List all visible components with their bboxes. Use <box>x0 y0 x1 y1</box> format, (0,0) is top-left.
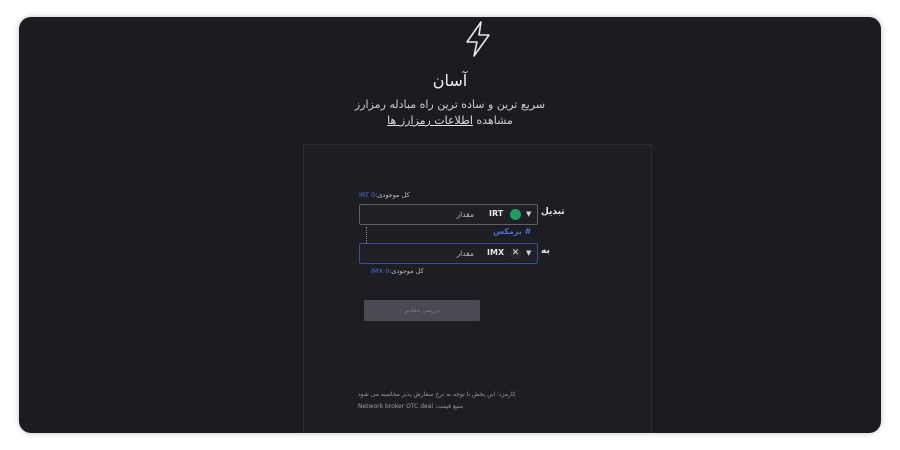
from-balance: کل موجودی:0 IRT <box>359 191 410 199</box>
page-subtitle: سریع ترین و ساده ترین راه مبادله رمزارز <box>354 98 546 111</box>
to-balance-label: کل موجودی: <box>389 267 424 275</box>
from-currency-code[interactable]: IRT <box>489 209 503 218</box>
check-values-button[interactable]: بررسی مقادیر <box>364 300 480 321</box>
from-label: تبدیل <box>541 207 565 217</box>
to-balance: کل موجودی:0 IMX <box>371 267 424 275</box>
chevron-down-icon[interactable]: ▼ <box>526 210 531 218</box>
crypto-info-link[interactable]: اطلاعات رمزارز ها <box>387 114 473 127</box>
from-field[interactable]: IRT ▼ <box>359 204 538 225</box>
view-info-line: مشاهده اطلاعات رمزارز ها <box>19 114 881 127</box>
to-amount-input[interactable] <box>364 246 474 260</box>
max-button[interactable]: # برمکس <box>493 227 531 236</box>
view-prefix: مشاهده <box>476 114 513 127</box>
chevron-down-icon[interactable]: ▼ <box>526 249 531 257</box>
app-window: آسان سریع ترین و ساده ترین راه مبادله رم… <box>19 17 881 433</box>
fee-note: کارمزد: این بخش با توجه به نرخ سفارش پذی… <box>358 391 516 398</box>
exchange-card: کل موجودی:0 IRT تبدیل IRT ▼ # برمکس به I… <box>303 144 652 433</box>
imx-coin-icon: ✕ <box>510 248 521 259</box>
from-balance-value[interactable]: 0 IRT <box>359 191 375 199</box>
to-field[interactable]: IMX ✕ ▼ <box>359 243 538 264</box>
from-amount-input[interactable] <box>364 207 474 221</box>
swap-connector <box>366 227 367 243</box>
to-label: به <box>541 246 550 256</box>
page-title: آسان <box>432 71 468 90</box>
to-currency-code[interactable]: IMX <box>487 248 504 257</box>
price-source-note: منبع قیمت: Network broker OTC deal <box>358 403 463 410</box>
irt-coin-icon <box>510 209 521 220</box>
from-balance-label: کل موجودی: <box>375 191 410 199</box>
to-balance-value[interactable]: 0 IMX <box>371 267 389 275</box>
lightning-bolt-icon <box>466 21 490 57</box>
